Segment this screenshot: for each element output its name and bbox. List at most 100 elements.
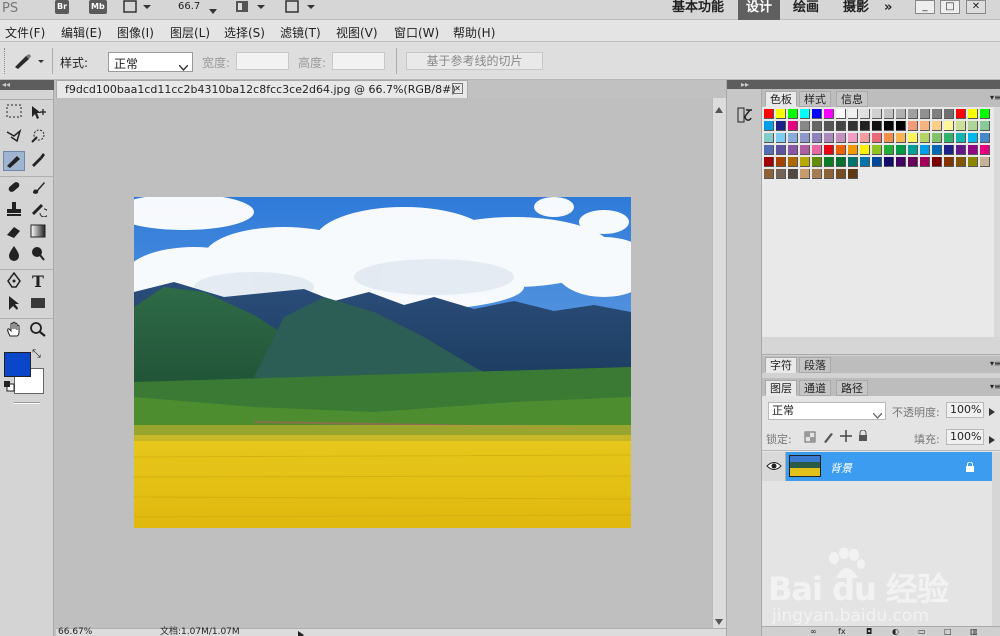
restore-button[interactable]: □ <box>940 0 960 14</box>
color-swatch[interactable] <box>896 145 906 155</box>
color-swatch[interactable] <box>800 109 810 119</box>
scroll-up-icon[interactable] <box>715 102 723 116</box>
color-swatch[interactable] <box>884 133 894 143</box>
color-swatch[interactable] <box>872 157 882 167</box>
color-swatch[interactable] <box>764 157 774 167</box>
canvas-image[interactable] <box>114 194 654 528</box>
color-swatch[interactable] <box>932 121 942 131</box>
eraser-tool-icon[interactable] <box>3 223 25 243</box>
zoom-level[interactable]: 66.7 <box>178 1 200 12</box>
gradient-tool-icon[interactable] <box>27 223 49 243</box>
lock-position-icon[interactable] <box>840 430 852 445</box>
quick-selection-icon[interactable] <box>27 128 49 148</box>
quick-mask-icon[interactable] <box>14 402 40 404</box>
menu-view[interactable]: 视图(V) <box>336 24 378 41</box>
color-swatch[interactable] <box>944 157 954 167</box>
dock-collapse-icon[interactable]: ▸▸ <box>727 80 763 89</box>
height-input[interactable] <box>332 52 385 70</box>
path-selection-icon[interactable] <box>3 295 25 315</box>
color-swatch[interactable] <box>776 121 786 131</box>
tools-grip[interactable] <box>0 90 54 100</box>
color-swatch[interactable] <box>956 121 966 131</box>
color-swatch[interactable] <box>908 121 918 131</box>
color-swatch[interactable] <box>896 133 906 143</box>
color-swatch[interactable] <box>908 157 918 167</box>
color-swatch[interactable] <box>764 145 774 155</box>
tab-paths[interactable]: 路径 <box>836 380 868 396</box>
status-zoom[interactable]: 66.67% <box>58 627 92 636</box>
rectangle-tool-icon[interactable] <box>27 295 49 315</box>
opacity-input[interactable]: 100% <box>946 402 984 418</box>
tools-collapse-icon[interactable]: ◂◂ <box>0 80 54 90</box>
color-swatch[interactable] <box>800 133 810 143</box>
color-swatch[interactable] <box>896 157 906 167</box>
color-swatch[interactable] <box>896 109 906 119</box>
blend-mode-select[interactable]: 正常 <box>768 402 886 420</box>
color-swatch[interactable] <box>800 121 810 131</box>
zoom-tool-icon[interactable] <box>27 321 49 341</box>
slice-tool-preset-icon[interactable] <box>12 52 46 73</box>
color-swatch[interactable] <box>920 157 930 167</box>
scroll-down-icon[interactable] <box>715 614 723 628</box>
color-swatch[interactable] <box>980 109 990 119</box>
color-swatch[interactable] <box>848 157 858 167</box>
tab-info[interactable]: 信息 <box>836 91 868 107</box>
color-swatch[interactable] <box>968 109 978 119</box>
layer-style-icon[interactable]: fx <box>838 627 846 636</box>
layer-mask-icon[interactable]: ◘ <box>866 627 872 636</box>
color-swatch[interactable] <box>944 145 954 155</box>
color-swatch[interactable] <box>908 145 918 155</box>
color-swatch[interactable] <box>836 121 846 131</box>
color-swatch[interactable] <box>824 145 834 155</box>
color-swatch[interactable] <box>872 121 882 131</box>
panel-menu-icon[interactable]: ▾≡ <box>990 382 1000 391</box>
color-swatch[interactable] <box>944 121 954 131</box>
color-swatch[interactable] <box>884 109 894 119</box>
color-swatch[interactable] <box>956 109 966 119</box>
close-button[interactable]: ✕ <box>966 0 986 14</box>
color-swatch[interactable] <box>956 133 966 143</box>
color-swatch[interactable] <box>836 109 846 119</box>
lock-pixels-icon[interactable] <box>822 431 834 446</box>
color-swatch[interactable] <box>764 109 774 119</box>
color-swatch[interactable] <box>980 157 990 167</box>
color-swatch[interactable] <box>920 145 930 155</box>
color-swatch[interactable] <box>884 121 894 131</box>
color-swatch[interactable] <box>824 121 834 131</box>
blur-tool-icon[interactable] <box>3 245 25 265</box>
menu-file[interactable]: 文件(F) <box>5 24 45 41</box>
color-swatch[interactable] <box>812 133 822 143</box>
color-swatch[interactable] <box>836 157 846 167</box>
tab-swatches[interactable]: 色板 <box>765 91 797 107</box>
color-swatch[interactable] <box>800 169 810 179</box>
bridge-button[interactable]: Br <box>55 0 70 14</box>
swatches-grid[interactable] <box>764 109 994 197</box>
color-swatch[interactable] <box>848 121 858 131</box>
zoom-dropdown-icon[interactable] <box>209 4 217 18</box>
menu-layer[interactable]: 图层(L) <box>170 24 210 41</box>
rectangular-marquee-icon[interactable] <box>3 104 25 124</box>
color-swatch[interactable] <box>980 133 990 143</box>
color-swatch[interactable] <box>776 145 786 155</box>
lock-transparency-icon[interactable] <box>804 431 816 446</box>
mini-bridge-button[interactable]: Mb <box>89 0 107 14</box>
close-document-icon[interactable]: ✕ <box>452 83 463 94</box>
new-layer-icon[interactable]: □ <box>944 627 952 636</box>
color-swatch[interactable] <box>812 157 822 167</box>
color-swatch[interactable] <box>764 121 774 131</box>
color-swatch[interactable] <box>824 169 834 179</box>
swatches-scrollbar[interactable] <box>994 107 1000 337</box>
color-swatch[interactable] <box>788 169 798 179</box>
hand-tool-icon[interactable] <box>3 321 25 341</box>
workspace-photography[interactable]: 摄影 <box>843 0 869 20</box>
canvas-area[interactable] <box>56 98 712 628</box>
menu-select[interactable]: 选择(S) <box>224 24 265 41</box>
layer-visibility-toggle[interactable] <box>762 452 786 481</box>
color-swatch[interactable] <box>788 157 798 167</box>
dodge-tool-icon[interactable] <box>27 245 49 265</box>
eyedropper-icon[interactable] <box>27 151 49 171</box>
color-swatch[interactable] <box>968 157 978 167</box>
color-swatch[interactable] <box>812 169 822 179</box>
status-menu-icon[interactable] <box>298 628 304 636</box>
color-swatch[interactable] <box>920 133 930 143</box>
